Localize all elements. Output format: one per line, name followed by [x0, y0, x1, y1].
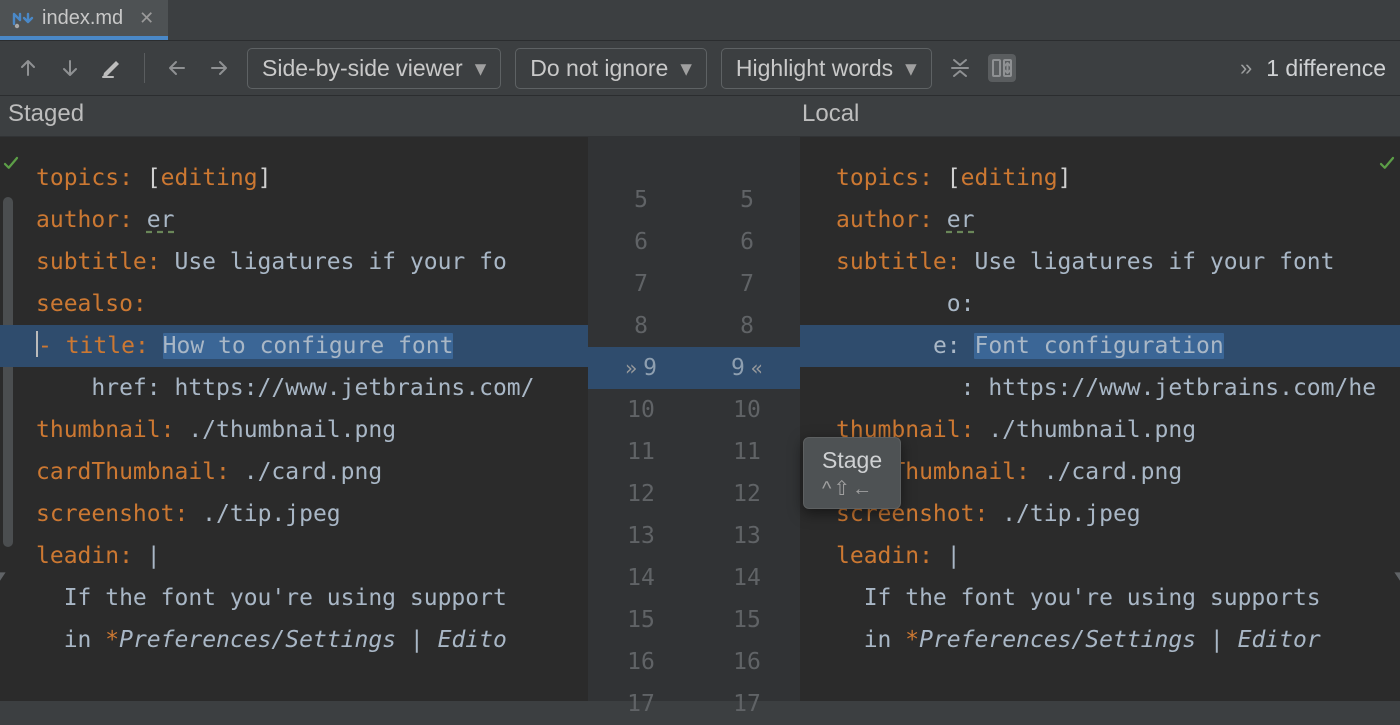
code-line[interactable]: author: er [0, 199, 588, 241]
line-number: 10 [694, 389, 800, 431]
line-number: 7 [588, 263, 694, 305]
nav-forward-icon[interactable] [205, 54, 233, 82]
code-line[interactable]: screenshot: ./tip.jpeg [0, 493, 588, 535]
line-number: 12 [588, 473, 694, 515]
apply-chunk-left-icon[interactable]: » [625, 347, 637, 389]
apply-chunk-right-icon[interactable]: « [751, 347, 763, 389]
code-line[interactable]: xxxxxxxxx: https://www.jetbrains.com/he [800, 367, 1400, 409]
line-number: 9 « [694, 347, 800, 389]
code-line[interactable]: cardThumbnail: ./card.png [0, 451, 588, 493]
code-pane-local[interactable]: technologies: []topics: [editing]author:… [800, 137, 1400, 701]
line-number: 11 [694, 431, 800, 473]
stage-tooltip: Stage ^⇧← [803, 437, 901, 509]
line-number: 17 [694, 683, 800, 725]
stage-tooltip-shortcut: ^⇧← [822, 476, 882, 502]
code-line[interactable]: subtitle: Use ligatures if your fo [0, 241, 588, 283]
pane-headers: Staged Local [0, 96, 1400, 137]
line-number: » 9 [588, 347, 694, 389]
line-number: 13 [588, 515, 694, 557]
code-line[interactable]: href: https://www.jetbrains.com/ [0, 367, 588, 409]
code-line[interactable]: in *Preferences/Settings | Edito [0, 619, 588, 661]
line-number: 7 [694, 263, 800, 305]
code-line[interactable]: thumbnail: ./thumbnail.png [0, 409, 588, 451]
code-line[interactable]: - title: How to configure font [0, 325, 588, 367]
ignore-mode-label: Do not ignore [530, 55, 668, 82]
line-number: 6 [694, 221, 800, 263]
pane-title-left: Staged [0, 96, 588, 136]
caret-down-icon: ▾ [905, 55, 917, 82]
diff-toolbar: Side-by-side viewer ▾ Do not ignore ▾ Hi… [0, 40, 1400, 96]
separator [144, 53, 145, 83]
pane-title-right: Local [800, 96, 1400, 136]
diff-count-label: 1 difference [1266, 55, 1386, 82]
code-line[interactable]: author: er [800, 199, 1400, 241]
highlight-mode-dropdown[interactable]: Highlight words ▾ [721, 48, 932, 89]
line-number: 11 [588, 431, 694, 473]
line-number: 14 [694, 557, 800, 599]
code-line[interactable]: leadin: | [800, 535, 1400, 577]
code-line[interactable]: topics: [editing] [800, 157, 1400, 199]
line-number: 6 [588, 221, 694, 263]
code-line[interactable]: seealso: [0, 283, 588, 325]
sync-scroll-icon[interactable] [988, 54, 1016, 82]
line-number: 16 [694, 641, 800, 683]
line-number: 5 [588, 179, 694, 221]
diff-gutter: 5678» 91011121314151617 56789 «101112131… [588, 137, 800, 701]
line-number: 17 [588, 683, 694, 725]
line-number: 15 [694, 599, 800, 641]
highlight-mode-label: Highlight words [736, 55, 893, 82]
diff-body: technologies: []topics: [editing]author:… [0, 137, 1400, 701]
line-number [694, 137, 800, 179]
nav-back-icon[interactable] [163, 54, 191, 82]
close-tab-icon[interactable]: ✕ [139, 8, 154, 29]
code-line[interactable]: If the font you're using support [0, 577, 588, 619]
line-number: 16 [588, 641, 694, 683]
code-line[interactable]: xxxxxxxe: Font configuration [800, 325, 1400, 367]
code-line[interactable]: xxxxxxxxo: [800, 283, 1400, 325]
line-number [588, 137, 694, 179]
viewer-mode-dropdown[interactable]: Side-by-side viewer ▾ [247, 48, 501, 89]
line-number: 14 [588, 557, 694, 599]
code-line[interactable]: technologies: [] [0, 137, 588, 157]
toolbar-chevrons[interactable]: » [1240, 55, 1252, 81]
viewer-mode-label: Side-by-side viewer [262, 55, 463, 82]
line-number: 5 [694, 179, 800, 221]
ignore-mode-dropdown[interactable]: Do not ignore ▾ [515, 48, 707, 89]
line-number: 12 [694, 473, 800, 515]
line-number: 13 [694, 515, 800, 557]
collapse-unchanged-icon[interactable] [946, 54, 974, 82]
editor-tab[interactable]: index.md ✕ [0, 0, 168, 40]
code-line[interactable]: leadin: | [0, 535, 588, 577]
tab-filename: index.md [42, 7, 123, 30]
fold-handle-icon[interactable] [0, 557, 7, 571]
caret-down-icon: ▾ [475, 55, 487, 82]
line-number: 10 [588, 389, 694, 431]
edit-icon[interactable] [98, 54, 126, 82]
code-line[interactable]: subtitle: Use ligatures if your font [800, 241, 1400, 283]
line-number: 8 [588, 305, 694, 347]
line-number: 8 [694, 305, 800, 347]
markdown-file-icon [10, 6, 34, 30]
code-line[interactable]: If the font you're using supports [800, 577, 1400, 619]
next-diff-icon[interactable] [56, 54, 84, 82]
line-number: 15 [588, 599, 694, 641]
tab-bar: index.md ✕ [0, 0, 1400, 40]
code-line[interactable]: topics: [editing] [0, 157, 588, 199]
code-line[interactable]: technologies: [] [800, 137, 1400, 157]
stage-tooltip-label: Stage [822, 446, 882, 476]
code-line[interactable]: in *Preferences/Settings | Editor [800, 619, 1400, 661]
code-pane-staged[interactable]: technologies: []topics: [editing]author:… [0, 137, 588, 701]
caret-down-icon: ▾ [680, 55, 692, 82]
prev-diff-icon[interactable] [14, 54, 42, 82]
